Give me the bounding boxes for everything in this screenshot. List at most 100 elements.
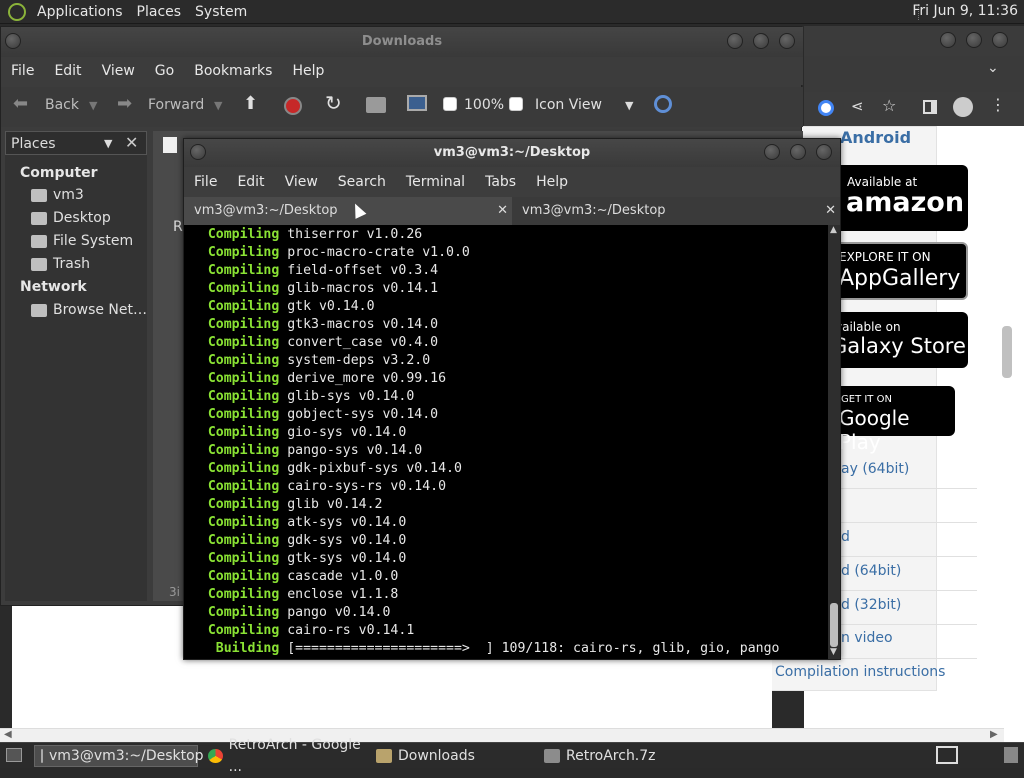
google-icon[interactable]: [818, 100, 834, 116]
clock[interactable]: Fri Jun 9, 11:36: [912, 3, 1018, 19]
term-menu-file[interactable]: File: [184, 174, 227, 190]
scroll-up-icon[interactable]: ▲: [830, 225, 837, 235]
window-menu-button[interactable]: [5, 33, 21, 49]
terminal-line: Compiling gdk-sys v0.14.0: [184, 532, 828, 550]
link-compilation-instructions[interactable]: Compilation instructions: [775, 664, 945, 680]
forward-dropdown-icon[interactable]: ▼: [214, 99, 222, 112]
maximize-button[interactable]: [966, 32, 982, 48]
appgallery-badge[interactable]: EXPLORE IT ON AppGallery: [831, 242, 968, 300]
zoom-out-icon[interactable]: [443, 97, 457, 111]
term-menu-help[interactable]: Help: [526, 174, 578, 190]
tab-terminal-1[interactable]: vm3@vm3:~/Desktop ✕: [184, 197, 512, 225]
location-edit-icon[interactable]: [163, 137, 177, 153]
task-browser[interactable]: RetroArch - Google ...: [206, 737, 366, 775]
star-icon[interactable]: ☆: [882, 96, 896, 115]
up-arrow-icon[interactable]: ⬆: [243, 93, 258, 114]
close-button[interactable]: [992, 32, 1008, 48]
task-downloads[interactable]: Downloads: [374, 745, 534, 767]
link-play-64[interactable]: ay (64bit): [841, 461, 909, 477]
fm-menu-edit[interactable]: Edit: [44, 63, 91, 79]
view-mode-select[interactable]: Icon View: [535, 97, 602, 113]
scrollbar-thumb[interactable]: [830, 603, 838, 647]
terminal-line-text: gdk-pixbuf-sys v0.14.0: [279, 461, 462, 476]
sidebar-item-filesystem[interactable]: File System: [31, 233, 133, 249]
task-archive[interactable]: RetroArch.7z: [542, 745, 702, 767]
link-32bit[interactable]: d (32bit): [841, 597, 901, 613]
terminal-line-keyword: Compiling: [184, 443, 280, 458]
forward-arrow-icon[interactable]: ➡: [117, 93, 132, 114]
sidebar-item-desktop[interactable]: Desktop: [31, 210, 111, 226]
minimize-button[interactable]: [764, 144, 780, 160]
term-menu-view[interactable]: View: [275, 174, 328, 190]
task-terminal[interactable]: vm3@vm3:~/Desktop: [34, 745, 204, 767]
stop-icon[interactable]: [284, 97, 302, 115]
view-dropdown-icon[interactable]: ▼: [625, 99, 633, 112]
distro-logo-icon[interactable]: [8, 2, 26, 21]
google-play-badge[interactable]: GET IT ON Google Play: [831, 386, 955, 454]
amazon-badge[interactable]: Available at amazon: [831, 165, 968, 231]
search-icon[interactable]: [654, 95, 672, 113]
fm-menu-file[interactable]: File: [1, 63, 44, 79]
fm-menu-go[interactable]: Go: [145, 63, 184, 79]
close-tab-icon[interactable]: ✕: [497, 197, 508, 225]
scroll-down-icon[interactable]: ▼: [830, 647, 837, 657]
term-menu-terminal[interactable]: Terminal: [396, 174, 475, 190]
share-icon[interactable]: ⋖: [851, 97, 864, 115]
terminal-line-keyword: Compiling: [184, 407, 280, 422]
tab-terminal-2[interactable]: vm3@vm3:~/Desktop ✕: [512, 197, 840, 225]
sidebar-item-vm3[interactable]: vm3: [31, 187, 84, 203]
back-arrow-icon[interactable]: ⬅: [13, 93, 28, 114]
terminal-line: Compiling pango-sys v0.14.0: [184, 442, 828, 460]
term-menu-search[interactable]: Search: [328, 174, 396, 190]
workspace-switcher-icon[interactable]: [936, 746, 958, 764]
back-dropdown-icon[interactable]: ▼: [89, 99, 97, 112]
places-menu[interactable]: Places: [130, 4, 189, 20]
close-sidebar-icon[interactable]: ✕: [125, 133, 138, 152]
terminal-scrollbar[interactable]: ▲ ▼: [828, 225, 840, 659]
close-button[interactable]: [816, 144, 832, 160]
show-desktop-icon[interactable]: [6, 748, 22, 762]
term-menu-edit[interactable]: Edit: [227, 174, 274, 190]
zoom-in-icon[interactable]: [509, 97, 523, 111]
window-menu-button[interactable]: [190, 144, 206, 160]
maximize-button[interactable]: [790, 144, 806, 160]
close-tab-icon[interactable]: ✕: [825, 197, 836, 225]
computer-icon[interactable]: [407, 95, 427, 111]
terminal-line-keyword: Compiling: [184, 227, 280, 242]
terminal-line-text: system-deps v3.2.0: [279, 353, 431, 368]
chevron-down-icon[interactable]: ⌄: [987, 60, 999, 76]
more-options-icon[interactable]: ⋮: [990, 95, 1006, 114]
link-video[interactable]: n video: [841, 630, 893, 646]
terminal-line: Compiling gobject-sys v0.14.0: [184, 406, 828, 424]
close-button[interactable]: [779, 33, 795, 49]
terminal-line-keyword: Compiling: [184, 605, 280, 620]
fm-menu-view[interactable]: View: [92, 63, 145, 79]
link-android[interactable]: d: [841, 529, 850, 545]
system-menu[interactable]: System: [188, 4, 254, 20]
scrollbar-thumb[interactable]: [1002, 326, 1012, 378]
link-64bit[interactable]: d (64bit): [841, 563, 901, 579]
reload-icon[interactable]: ↻: [325, 91, 342, 115]
galaxy-store-badge[interactable]: vailable on Galaxy Store: [831, 312, 968, 368]
trash-applet-icon[interactable]: [1004, 747, 1018, 763]
places-dropdown-icon[interactable]: ▼: [104, 132, 112, 156]
scroll-left-icon[interactable]: ◀: [4, 729, 12, 740]
sidebar-toggle-icon[interactable]: [923, 100, 937, 114]
terminal-line-keyword: Compiling: [184, 389, 280, 404]
sidebar-item-trash[interactable]: Trash: [31, 256, 90, 272]
avatar[interactable]: [953, 97, 973, 117]
applications-menu[interactable]: Applications: [30, 4, 130, 20]
scroll-right-icon[interactable]: ▶: [990, 729, 998, 740]
term-menu-tabs[interactable]: Tabs: [475, 174, 526, 190]
fm-menu-help[interactable]: Help: [282, 63, 334, 79]
home-icon[interactable]: [366, 97, 386, 113]
maximize-button[interactable]: [753, 33, 769, 49]
fm-menu-bookmarks[interactable]: Bookmarks: [184, 63, 282, 79]
minimize-button[interactable]: [727, 33, 743, 49]
minimize-button[interactable]: [940, 32, 956, 48]
back-button[interactable]: Back: [45, 97, 79, 113]
terminal-output[interactable]: Compiling thiserror v1.0.26 Compiling pr…: [184, 225, 828, 659]
sidebar-item-browse-network[interactable]: Browse Net…: [31, 302, 147, 318]
horizontal-scrollbar[interactable]: ◀ ▶: [0, 728, 1004, 742]
forward-button[interactable]: Forward: [148, 97, 204, 113]
